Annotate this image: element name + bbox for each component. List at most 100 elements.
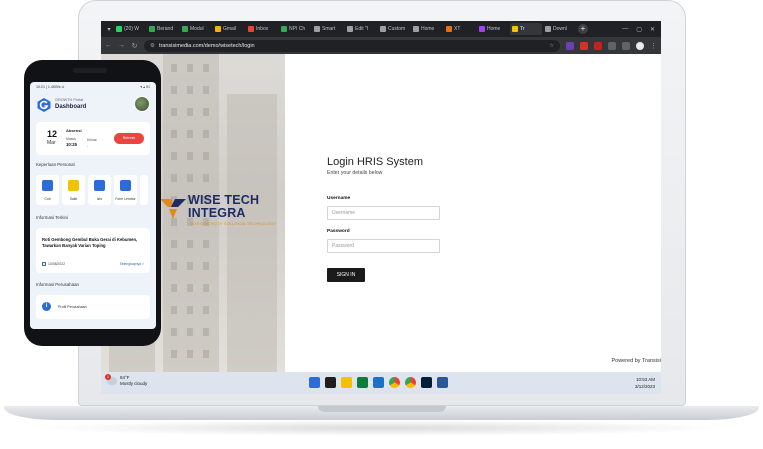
password-input[interactable] [327,239,440,253]
address-url: transisimedia.com/demo/wisetech/login [158,42,255,49]
browser-tab-label: Inbox [256,26,269,32]
personal-menu-item[interactable]: Izin [88,175,111,205]
profile-avatar-icon[interactable] [636,41,644,50]
ambulance-icon [68,180,79,191]
window-controls: — ▢ ✕ [622,26,661,33]
phone-screen: 10:21 | 1.4KB/s ⊙ ▾ ▴ 91 GROWTH Portal D… [30,82,156,329]
extension-icon[interactable] [594,41,602,50]
excel-icon[interactable] [357,377,368,388]
browser-tab-label: Tr [520,26,525,32]
personal-menu-label: Sakit [69,197,78,201]
maximize-icon[interactable]: ▢ [636,26,642,33]
favicon-icon [545,26,551,32]
browser-tab[interactable]: XT [444,23,476,35]
back-icon[interactable]: ← [105,42,112,49]
taskbar-apps [309,377,448,388]
file-explorer-icon[interactable] [341,377,352,388]
word-icon[interactable] [437,377,448,388]
screen-title: Dashboard [55,104,87,110]
username-input[interactable] [327,206,440,220]
user-avatar[interactable] [134,96,150,112]
outlook-icon[interactable] [373,377,384,388]
close-icon[interactable]: ✕ [650,26,655,33]
personal-menu-item[interactable]: Cuti [36,175,59,205]
sign-in-button[interactable]: SIGN IN [327,268,365,282]
address-bar[interactable]: ⚙ transisimedia.com/demo/wisetech/login … [144,39,560,52]
menu-kebab-icon[interactable]: ⋮ [650,42,657,50]
browser-tab[interactable]: Modul [180,23,212,35]
photoshop-icon[interactable] [421,377,432,388]
favicon-icon [380,26,386,32]
start-icon[interactable] [309,377,320,388]
extension-icon[interactable] [566,41,574,50]
browser-tab-label: Home [421,26,435,32]
calendar-icon [42,180,53,191]
browser-tab[interactable]: Custom [378,23,410,35]
login-title: Login HRIS System [327,156,423,168]
login-page: WISE TECH INTEGRA INTEGRATED IT SOLUTION… [101,54,661,372]
news-more-link[interactable]: Selengkapnya > [120,262,144,266]
browser-tab-label: XT [454,26,461,32]
check-in-time: 10:25 [66,142,77,147]
refresh-button[interactable]: Refresh [114,133,144,144]
phone-status-bar: 10:21 | 1.4KB/s ⊙ ▾ ▴ 91 [36,85,150,89]
news-heading: Informasi Terkini [36,215,68,220]
bookmark-star-icon[interactable]: ☆ [549,43,554,49]
info-icon [94,180,105,191]
company-profile-item[interactable]: i Profil Perusahaan [36,295,150,319]
browser-tab[interactable]: Berand [147,23,179,35]
brand-name: WISE TECH INTEGRA [188,194,259,220]
growth-logo-icon [37,98,51,112]
wisetech-logo: WISE TECH INTEGRA INTEGRATED IT SOLUTION… [160,191,285,231]
personal-menu-item[interactable]: Form Lembur [114,175,137,205]
personal-menu-item[interactable] [140,175,148,205]
task-view-icon[interactable] [325,377,336,388]
personal-menu-label: Cuti [44,197,51,201]
chrome-icon[interactable] [389,377,400,388]
forward-icon[interactable]: → [118,42,125,49]
laptop-base-notch [318,406,446,412]
favicon-icon [479,26,485,32]
browser-tab[interactable]: Home [477,23,509,35]
tab-search-icon[interactable]: ▾ [104,26,114,33]
personal-menu-item[interactable]: Sakit [62,175,85,205]
chrome-icon[interactable] [405,377,416,388]
favicon-icon [314,26,320,32]
laptop-screen: ▾ (20) W Berand Modul Gmail Inbox NPI Ch Smart… [101,21,661,394]
weather-widget[interactable]: 1 84°F Mostly cloudy [105,374,147,387]
company-profile-label: Profil Perusahaan [58,305,87,309]
powered-by-text: Powered by Transisi [611,358,661,364]
favicon-icon [116,26,122,32]
brand-tagline: INTEGRATED IT SOLUTION TECHNOLOGY [190,222,277,226]
company-heading: Informasi Perusahaan [36,282,79,287]
browser-tab[interactable]: Smart [312,23,344,35]
site-info-icon[interactable]: ⚙ [150,43,155,49]
favicon-icon [281,26,287,32]
phone-header: GROWTH Portal Dashboard [36,94,150,120]
favicon-icon [446,26,452,32]
browser-tab-label: Berand [157,26,174,32]
browser-tab[interactable]: (20) W [114,23,146,35]
favicon-icon [347,26,353,32]
reload-icon[interactable]: ↻ [131,42,138,50]
browser-tab[interactable]: Inbox [246,23,278,35]
laptop-shadow [30,420,733,436]
browser-tab[interactable]: Downl [543,23,575,35]
phone-camera-notch [73,68,107,73]
news-card[interactable]: Roti Gembong Gembul Buka Gerai di Kebume… [36,228,150,273]
check-in-label: Masuk [66,137,76,141]
adblock-icon[interactable] [580,41,588,50]
browser-tab[interactable]: Edit "I [345,23,377,35]
browser-tab[interactable]: NPI Ch [279,23,311,35]
browser-toolbar: ← → ↻ ⚙ transisimedia.com/demo/wisetech/… [101,37,661,54]
browser-tab[interactable]: Gmail [213,23,245,35]
browser-tab-label: Modul [190,26,204,32]
extensions-puzzle-icon[interactable] [608,41,616,50]
system-clock[interactable]: 10:53 AM 3/12/2023 [635,376,655,390]
sidebar-icon[interactable] [622,41,630,50]
browser-tab[interactable]: Home [411,23,443,35]
browser-tab[interactable]: Tr [510,23,542,35]
minimize-icon[interactable]: — [622,26,628,33]
login-form: Login HRIS System Enter your details bel… [327,156,527,282]
new-tab-button[interactable]: + [578,24,588,34]
